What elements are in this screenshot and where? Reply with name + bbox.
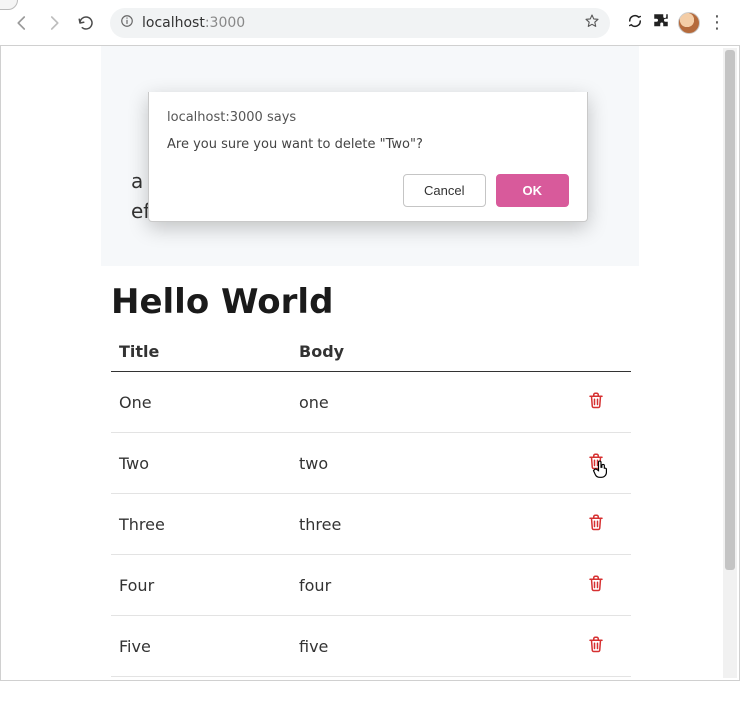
data-table: Title Body Oneone Twotwo Threethree Four… xyxy=(111,332,631,677)
cell-body: two xyxy=(291,433,561,494)
browser-toolbar: localhost:3000 ⋮ xyxy=(0,0,740,46)
trash-icon xyxy=(587,573,605,593)
url-host: localhost xyxy=(142,15,205,31)
back-button[interactable] xyxy=(8,9,36,37)
delete-button[interactable] xyxy=(587,390,605,414)
ok-button[interactable]: OK xyxy=(496,174,570,207)
table-row: Oneone xyxy=(111,372,631,433)
table-row: Threethree xyxy=(111,494,631,555)
dialog-message: Are you sure you want to delete "Two"? xyxy=(167,137,569,152)
table-row: Twotwo xyxy=(111,433,631,494)
cursor-pointer-icon xyxy=(591,459,611,479)
reload-button[interactable] xyxy=(72,9,100,37)
forward-button[interactable] xyxy=(40,9,68,37)
trash-icon xyxy=(587,390,605,410)
cell-title: Four xyxy=(111,555,291,616)
delete-button[interactable] xyxy=(587,451,605,475)
cell-title: One xyxy=(111,372,291,433)
trash-icon xyxy=(587,512,605,532)
col-body: Body xyxy=(291,332,561,372)
reload-icon xyxy=(77,14,95,32)
bookmark-button[interactable] xyxy=(584,13,600,33)
delete-button[interactable] xyxy=(587,573,605,597)
profile-avatar[interactable] xyxy=(678,12,700,34)
url-rest: :3000 xyxy=(205,15,245,31)
cell-body: one xyxy=(291,372,561,433)
site-info-icon[interactable] xyxy=(120,14,134,32)
col-actions xyxy=(561,332,631,372)
address-bar[interactable]: localhost:3000 xyxy=(110,8,610,38)
cell-body: five xyxy=(291,616,561,677)
delete-button[interactable] xyxy=(587,634,605,658)
address-url: localhost:3000 xyxy=(142,15,245,31)
confirm-dialog: localhost:3000 says Are you sure you wan… xyxy=(148,92,588,222)
cell-body: three xyxy=(291,494,561,555)
cell-title: Three xyxy=(111,494,291,555)
col-title: Title xyxy=(111,332,291,372)
star-icon xyxy=(584,13,600,29)
extensions-button[interactable] xyxy=(652,12,670,34)
viewport: a table row with a delete button and fad… xyxy=(0,46,740,681)
cell-title: Two xyxy=(111,433,291,494)
cell-body: four xyxy=(291,555,561,616)
chrome-menu-button[interactable]: ⋮ xyxy=(708,12,726,33)
dialog-origin: localhost:3000 says xyxy=(167,110,569,125)
page-title: Hello World xyxy=(111,282,719,322)
table-row: Fourfour xyxy=(111,555,631,616)
table-row: Fivefive xyxy=(111,616,631,677)
delete-button[interactable] xyxy=(587,512,605,536)
sync-icon[interactable] xyxy=(626,12,644,34)
trash-icon xyxy=(587,634,605,654)
puzzle-icon xyxy=(652,12,670,30)
cell-title: Five xyxy=(111,616,291,677)
cancel-button[interactable]: Cancel xyxy=(403,174,485,207)
arrow-left-icon xyxy=(13,14,31,32)
arrow-right-icon xyxy=(45,14,63,32)
